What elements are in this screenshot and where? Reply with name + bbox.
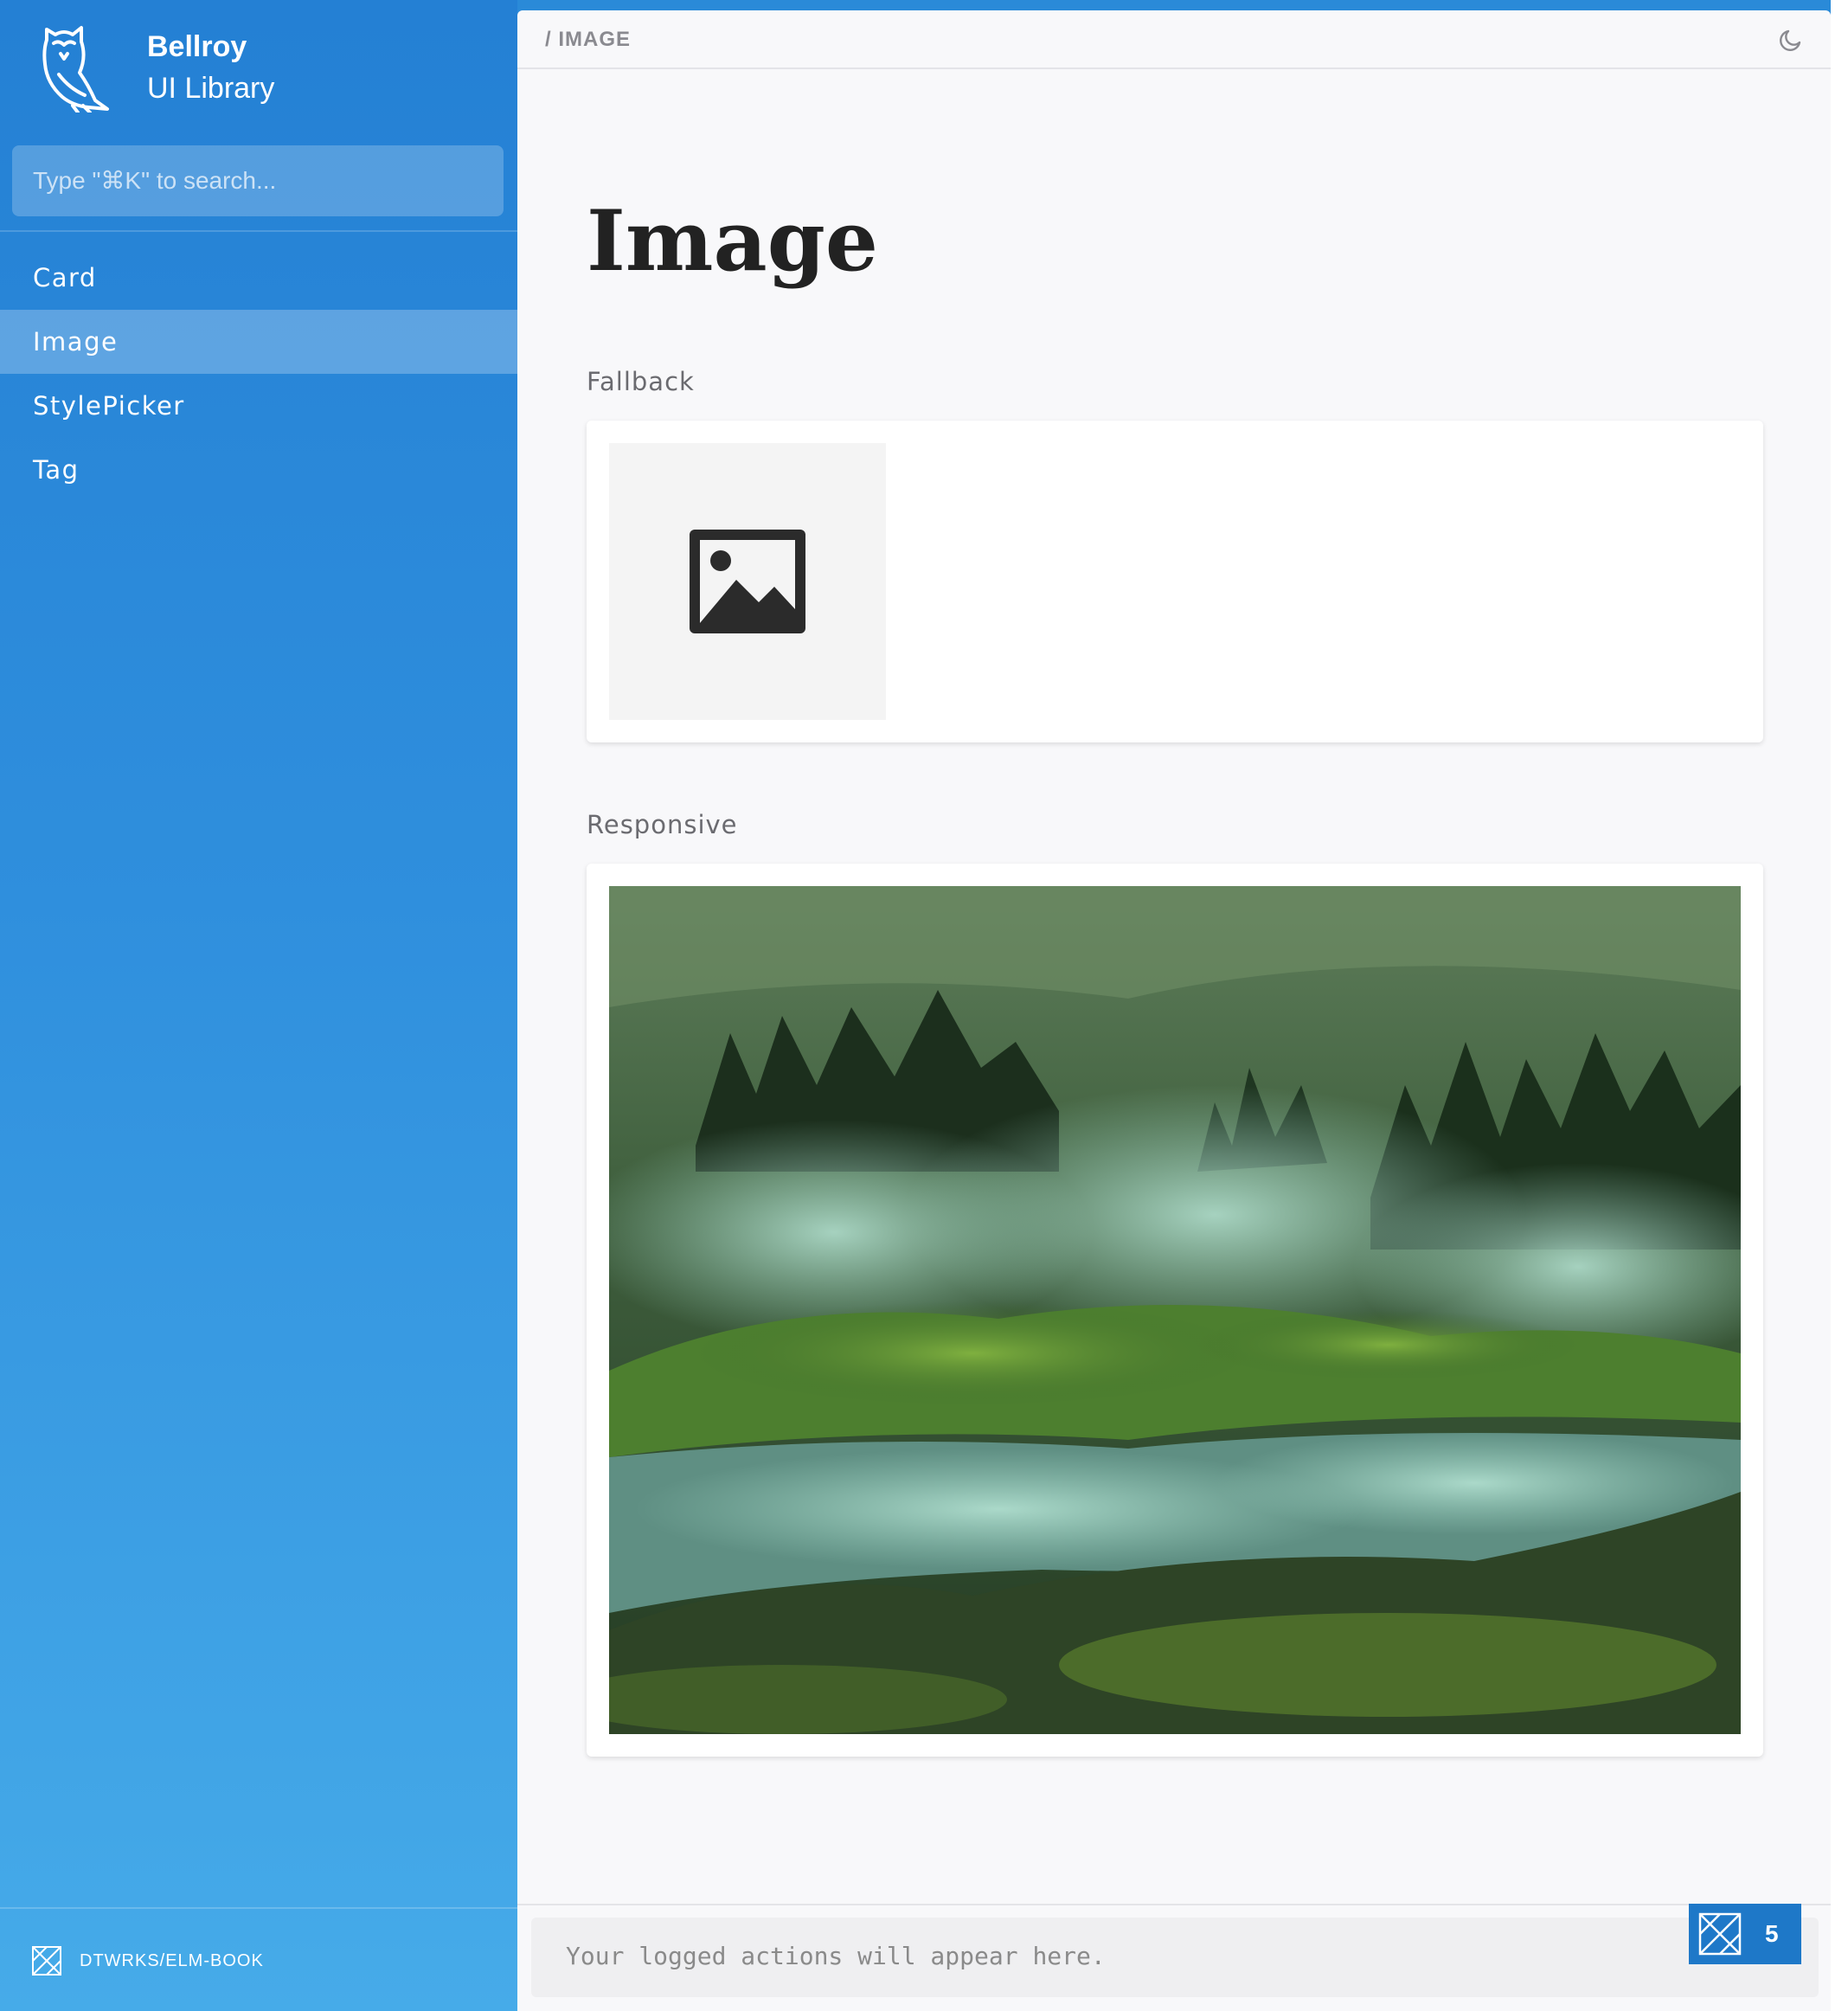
landscape-photo xyxy=(609,886,1741,1734)
breadcrumb: / IMAGE xyxy=(545,28,632,51)
elm-book-logo-icon xyxy=(32,1946,61,1976)
actions-log-placeholder: Your logged actions will appear here. xyxy=(566,1942,1106,1970)
actions-log-divider xyxy=(517,1904,1831,1905)
main-panel: / IMAGE Image Fallback Responsive Your l… xyxy=(517,10,1831,2011)
page-title: Image xyxy=(587,192,878,290)
sidebar-item-image[interactable]: Image xyxy=(0,310,517,374)
window-edge xyxy=(1831,0,1848,2011)
owl-logo-icon xyxy=(42,26,109,112)
sidebar-item-stylepicker[interactable]: StylePicker xyxy=(0,374,517,438)
sidebar: Bellroy UI Library Card Image StylePicke… xyxy=(0,0,517,2011)
sidebar-item-tag[interactable]: Tag xyxy=(0,438,517,502)
responsive-card xyxy=(587,864,1763,1757)
search-input[interactable] xyxy=(12,145,504,216)
sidebar-item-card[interactable]: Card xyxy=(0,246,517,310)
image-fallback xyxy=(609,443,886,720)
responsive-image xyxy=(609,886,1741,1734)
brand-title: Bellroy xyxy=(147,30,247,63)
sidebar-footer-divider xyxy=(0,1907,517,1909)
brand[interactable]: Bellroy UI Library xyxy=(35,22,274,112)
sidebar-footer-link[interactable]: DTWRKS/ELM-BOOK xyxy=(31,1945,264,1976)
brand-subtitle: UI Library xyxy=(147,72,275,105)
image-placeholder-icon xyxy=(690,530,805,633)
actions-log: Your logged actions will appear here. xyxy=(531,1918,1819,1997)
fallback-card xyxy=(587,421,1763,742)
actions-log-toggle-button[interactable]: 5 xyxy=(1689,1904,1801,1964)
actions-log-count: 5 xyxy=(1765,1920,1779,1947)
sidebar-nav: Card Image StylePicker Tag xyxy=(0,246,517,502)
section-label-fallback: Fallback xyxy=(587,367,695,396)
topbar: / IMAGE xyxy=(517,10,1831,69)
elm-book-logo-icon xyxy=(1698,1912,1742,1956)
moon-icon[interactable] xyxy=(1777,26,1805,54)
footer-label: DTWRKS/ELM-BOOK xyxy=(80,1950,264,1970)
section-label-responsive: Responsive xyxy=(587,810,738,839)
sidebar-divider xyxy=(0,230,517,232)
